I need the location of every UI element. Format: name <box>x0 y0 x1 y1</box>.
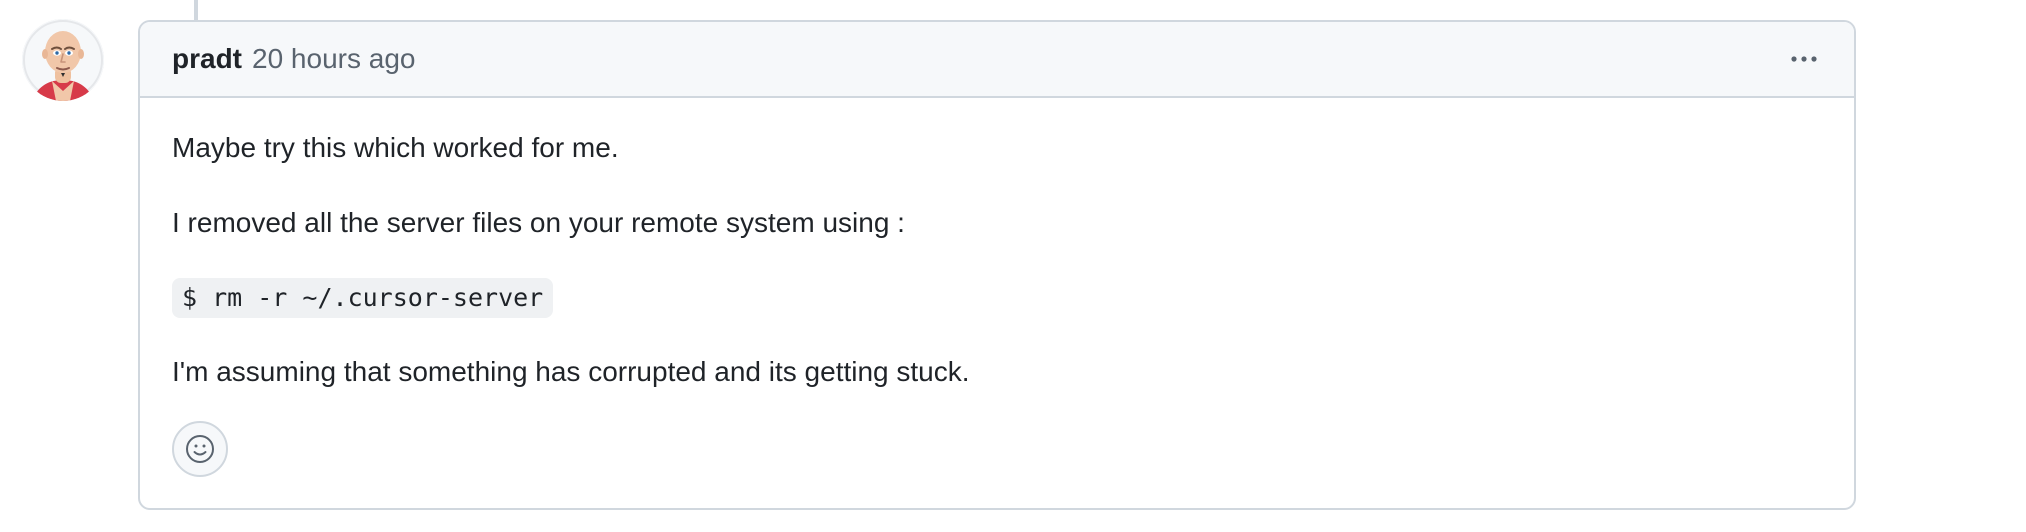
add-reaction-button[interactable] <box>172 420 228 477</box>
code-text: $ rm -r ~/.cursor-server <box>182 283 544 313</box>
author-link[interactable]: pradt <box>172 45 242 73</box>
smiley-icon <box>186 434 214 463</box>
comment-body: Maybe try this which worked for me. I re… <box>140 98 1854 477</box>
avatar[interactable] <box>22 19 104 101</box>
comment-options-button[interactable] <box>1786 41 1822 77</box>
inline-code-block: $ rm -r ~/.cursor-server <box>172 278 554 319</box>
kebab-horizontal-icon <box>1791 56 1817 62</box>
comment-card: pradt 20 hours ago Maybe try this which … <box>138 20 1856 510</box>
comment-header: pradt 20 hours ago <box>140 22 1854 98</box>
timeline-connector <box>194 0 198 20</box>
reaction-row <box>172 420 1822 477</box>
avatar-illustration <box>22 19 104 101</box>
comment-paragraph-2: I removed all the server files on your r… <box>172 206 905 238</box>
comment-paragraph-3: I'm assuming that something has corrupte… <box>172 356 970 388</box>
timestamp-link[interactable]: 20 hours ago <box>252 45 415 73</box>
comment-paragraph-1: Maybe try this which worked for me. <box>172 132 619 163</box>
comment-meta: pradt 20 hours ago <box>172 45 415 73</box>
